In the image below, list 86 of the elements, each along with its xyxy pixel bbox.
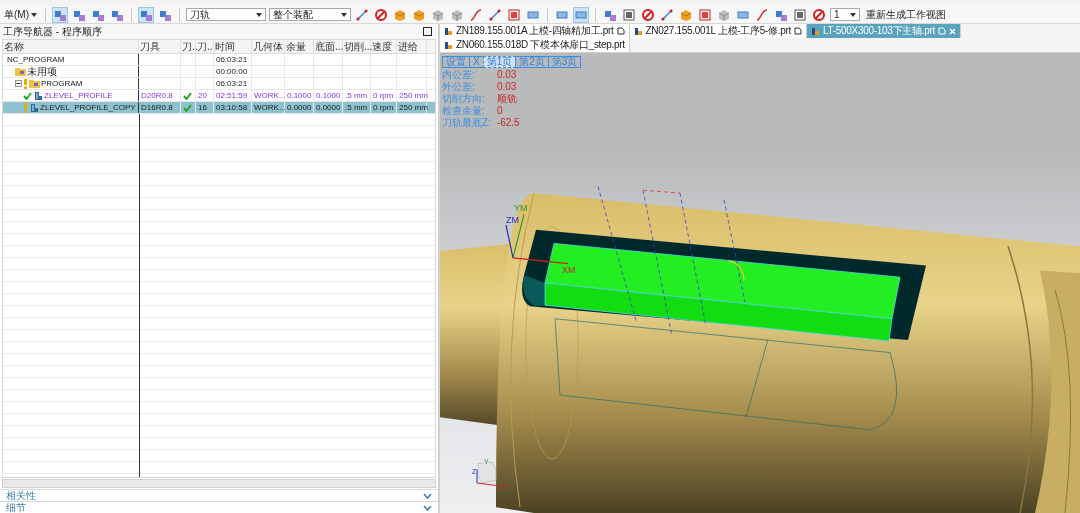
column-header[interactable]: 切削...	[343, 40, 371, 53]
axis-label: XM	[562, 265, 576, 276]
axis-label: ZM	[506, 215, 519, 226]
column-header[interactable]: 进给	[397, 40, 427, 53]
table-cell: 02:51:59	[216, 90, 248, 101]
caret-icon	[850, 12, 856, 17]
table-cell: 03:10:58	[216, 102, 248, 113]
info-value: 0	[496, 105, 504, 117]
menu-button[interactable]: 单(M)	[2, 7, 39, 22]
dropdown[interactable]: 刀轨	[186, 8, 266, 21]
operation-icon	[33, 90, 43, 101]
tree-item-label: NC_PROGRAM	[7, 54, 65, 65]
part-icon	[633, 26, 643, 36]
tree-row[interactable]: 未用项 00:00:00	[3, 66, 435, 78]
toolbar-button[interactable]	[52, 6, 68, 23]
table-cell: 250 mm	[399, 102, 428, 113]
table-cell: 06:03:21	[216, 78, 248, 89]
maximize-icon[interactable]	[423, 27, 432, 36]
info-value: -62.5	[496, 117, 520, 129]
table-cell: 00:00:00	[216, 66, 248, 77]
table-cell: 0.0000	[316, 102, 341, 113]
panel-title: 工序导航器 - 程序顺序	[3, 24, 102, 39]
table-cell: WORK...	[254, 90, 286, 101]
table-cell: WORK...	[254, 102, 286, 113]
regenerate-button[interactable]: 重新生成工作视图	[863, 7, 949, 22]
tab-label: LT-500X300-103下主轴.prt	[823, 24, 935, 38]
column-header[interactable]: 刀..	[196, 40, 214, 53]
close-icon[interactable]	[948, 27, 956, 35]
table-cell: 0.1000	[316, 90, 341, 101]
column-header[interactable]: 速度	[371, 40, 397, 53]
warning-icon	[23, 78, 28, 89]
dropdown[interactable]: 1	[830, 8, 860, 21]
folder-icon	[15, 67, 26, 76]
tree-row[interactable]: NC_PROGRAM 06:03:21	[3, 54, 435, 66]
column-header[interactable]: 时间	[214, 40, 252, 53]
caret-icon	[341, 12, 347, 17]
tree-item-label: PROGRAM	[41, 78, 83, 89]
info-label: 外公差:	[442, 81, 476, 93]
caret-icon	[31, 12, 37, 17]
column-header[interactable]: 刀..	[181, 40, 196, 53]
file-tab[interactable]: ZN189.155.001A 上模-四轴精加工.prt	[440, 24, 630, 38]
info-value: 0.03	[496, 69, 518, 81]
toolbar-button[interactable]	[138, 6, 154, 23]
caret-icon	[256, 12, 262, 17]
tree-row[interactable]: ZLEVEL_PROFILE_COPY D16R0.8 16 03:10:58 WORK... 0.0000 0.0000 .5 mm 0 rpm 250 mm	[3, 102, 435, 114]
table-cell: 0.0000	[287, 102, 312, 113]
column-header[interactable]: 底面...	[314, 40, 343, 53]
dropdown[interactable]: 整个装配	[269, 8, 351, 21]
scrollbar[interactable]	[2, 479, 436, 488]
tab-label: ZN027.155.001L 上模-工序5-修.prt	[645, 24, 791, 38]
info-label: 切削方向:	[442, 93, 486, 105]
table-cell: .5 mm	[345, 102, 368, 113]
collapse-icon[interactable]	[15, 80, 22, 87]
file-tab[interactable]: ZN027.155.001L 上模-工序5-修.prt	[629, 24, 807, 38]
column-header[interactable]: 名称	[3, 40, 139, 53]
table-cell: D20R0.8	[141, 90, 173, 101]
axis-label: YM	[514, 202, 528, 213]
table-cell: D16R0.8	[141, 102, 173, 113]
section-header[interactable]: 相关性	[0, 489, 438, 501]
info-label: 检查余量:	[442, 105, 486, 117]
tab-label: ZN189.155.001A 上模-四轴精加工.prt	[456, 24, 614, 38]
column-header[interactable]: 余量	[285, 40, 314, 53]
tree-item-label: ZLEVEL_PROFILE_COPY	[40, 102, 136, 113]
info-value: 0.03	[496, 81, 518, 93]
column-header[interactable]: 刀具	[139, 40, 181, 53]
operation-icon	[29, 102, 39, 113]
part-icon	[811, 26, 820, 36]
part-icon	[444, 26, 453, 36]
table-cell: 250 mm	[399, 90, 428, 101]
part-icon	[444, 40, 453, 50]
info-label: 内公差:	[442, 69, 476, 81]
folder-icon	[29, 79, 40, 88]
table-cell: 20	[198, 90, 207, 101]
tree-item-label: 未用项	[27, 66, 57, 77]
table-cell: 0 rpm	[373, 90, 394, 101]
tree-item-label: ZLEVEL_PROFILE	[44, 90, 113, 101]
table-cell: .5 mm	[345, 90, 368, 101]
table-cell: 0 rpm	[373, 102, 394, 113]
info-label: 刀轨最底Z:	[442, 117, 491, 129]
tree-row[interactable]: PROGRAM 06:03:21	[3, 78, 435, 90]
table-cell: 0.1000	[287, 90, 312, 101]
table-cell: 06:03:21	[216, 54, 248, 65]
info-value: 顺铣	[496, 93, 518, 105]
column-header[interactable]: 几何体	[252, 40, 285, 53]
table-cell: 16	[198, 102, 207, 113]
section-header[interactable]: 细节	[0, 501, 438, 513]
